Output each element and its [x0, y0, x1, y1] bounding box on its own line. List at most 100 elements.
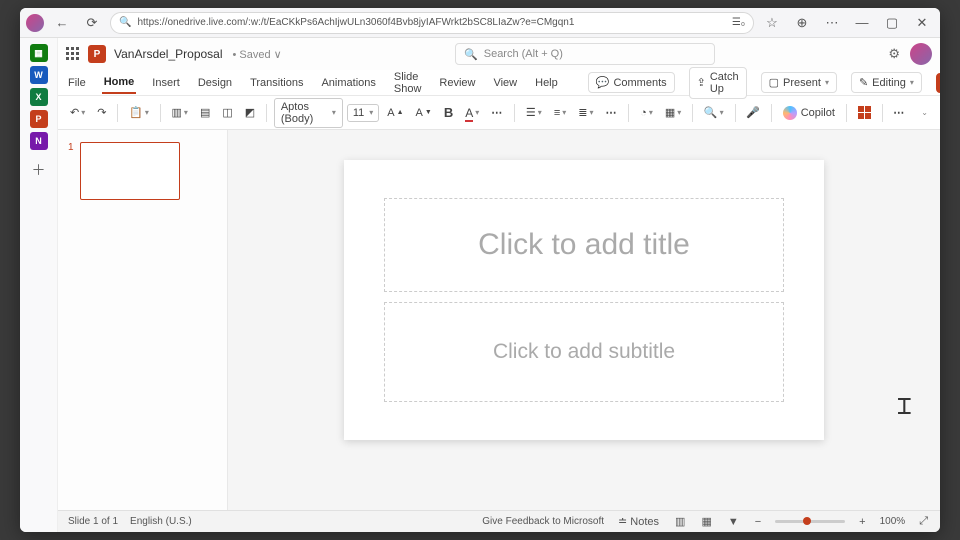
status-bar: Slide 1 of 1 English (U.S.) Give Feedbac… [58, 510, 940, 532]
close-button[interactable]: ✕ [910, 11, 934, 35]
bullets-button[interactable]: ☰▾ [522, 103, 546, 122]
collapse-ribbon-button[interactable]: ⌄ [917, 105, 932, 120]
app-launcher-icon[interactable] [66, 47, 80, 61]
browser-bar: ← ⟳ 🔍 https://onedrive.live.com/:w:/t/Ea… [20, 8, 940, 38]
tab-slideshow[interactable]: Slide Show [392, 67, 424, 99]
powerpoint-logo-icon: P [88, 45, 106, 63]
rail-item-browse[interactable]: ▦ [30, 44, 48, 62]
subtitle-placeholder[interactable]: Click to add subtitle [384, 302, 784, 402]
ribbon-toolbar: ↶▾ ↷ 📋▾ ▥▾ ▤ ◫ ◩ Aptos (Body)▾ 11▾ A▲ A▼… [58, 96, 940, 130]
address-bar[interactable]: 🔍 https://onedrive.live.com/:w:/t/EaCKkP… [110, 12, 754, 34]
zoom-slider[interactable] [775, 520, 845, 523]
tab-view[interactable]: View [491, 73, 519, 93]
text-cursor-icon: Ꮖ [898, 394, 912, 420]
tab-file[interactable]: File [66, 73, 88, 93]
zoom-level[interactable]: 100% [880, 516, 906, 527]
back-button[interactable]: ← [50, 11, 74, 35]
para-more-button[interactable]: ⋯ [601, 103, 621, 122]
zoom-out-button[interactable]: − [753, 516, 763, 528]
designer-button[interactable] [854, 103, 875, 122]
rail-add-button[interactable]: ＋ [32, 160, 46, 180]
dictate-button[interactable]: 🎤 [742, 103, 764, 122]
browser-window: ← ⟳ 🔍 https://onedrive.live.com/:w:/t/Ea… [20, 8, 940, 532]
reuse-button[interactable]: ◩ [241, 103, 259, 122]
present-button[interactable]: ▢ Present ▾ [761, 72, 837, 93]
slide-thumbnail[interactable] [80, 142, 180, 200]
fit-button[interactable]: ⤢ [917, 515, 930, 528]
reader-icon[interactable]: ☰₀ [732, 17, 745, 28]
canvas-area[interactable]: Click to add title Click to add subtitle… [228, 130, 940, 510]
slide-panel: 1 [58, 130, 228, 510]
zoom-in-button[interactable]: + [857, 516, 867, 528]
tab-transitions[interactable]: Transitions [248, 73, 305, 93]
language-status[interactable]: English (U.S.) [130, 516, 192, 527]
content-area: ▦ W X P N ＋ P VanArsdel_Proposal • Saved… [20, 38, 940, 532]
slideshow-view-button[interactable]: ▼ [726, 516, 741, 528]
copilot-button[interactable]: Copilot [779, 103, 839, 123]
align-button[interactable]: ≣▾ [574, 103, 597, 122]
search-placeholder: Search (Alt + Q) [484, 48, 563, 60]
rail-item-powerpoint[interactable]: P [30, 110, 48, 128]
tab-help[interactable]: Help [533, 73, 560, 93]
save-status[interactable]: • Saved ∨ [233, 48, 282, 61]
thumbnail-number: 1 [68, 142, 74, 200]
catchup-button[interactable]: ⇪ Catch Up [689, 67, 747, 99]
shapes-button[interactable]: ◔▾ [636, 104, 657, 122]
section-button[interactable]: ◫ [218, 103, 236, 122]
sorter-view-button[interactable]: ▦ [699, 515, 713, 528]
font-selector[interactable]: Aptos (Body)▾ [274, 98, 343, 128]
numbering-button[interactable]: ≡▾ [550, 104, 570, 122]
app-rail: ▦ W X P N ＋ [20, 38, 58, 532]
comments-button[interactable]: 💬 Comments [588, 72, 675, 93]
rail-item-excel[interactable]: X [30, 88, 48, 106]
slide-canvas[interactable]: Click to add title Click to add subtitle [344, 160, 824, 440]
collections-button[interactable]: ⊕ [790, 11, 814, 35]
app-title-bar: P VanArsdel_Proposal • Saved ∨ 🔍 Search … [58, 38, 940, 70]
redo-button[interactable]: ↷ [93, 103, 110, 122]
notes-button[interactable]: ≐ Notes [616, 515, 661, 528]
rail-item-word[interactable]: W [30, 66, 48, 84]
new-slide-button[interactable]: ▥▾ [168, 103, 192, 122]
editing-mode-button[interactable]: ✎ Editing ▾ [851, 72, 922, 93]
maximize-button[interactable]: ▢ [880, 11, 904, 35]
title-placeholder[interactable]: Click to add title [384, 198, 784, 292]
arrange-button[interactable]: ▦▾ [661, 103, 685, 122]
bold-button[interactable]: B [440, 102, 457, 123]
font-size-selector[interactable]: 11▾ [347, 104, 379, 122]
paste-button[interactable]: 📋▾ [125, 103, 153, 122]
refresh-button[interactable]: ⟳ [80, 11, 104, 35]
font-more-button[interactable]: ⋯ [487, 103, 507, 122]
layout-button[interactable]: ▤ [196, 103, 214, 122]
toolbar-overflow-button[interactable]: ⋯ [889, 103, 909, 122]
slide-counter[interactable]: Slide 1 of 1 [68, 516, 118, 527]
account-avatar-icon[interactable] [910, 43, 932, 65]
minimize-button[interactable]: ― [850, 11, 874, 35]
rail-item-onenote[interactable]: N [30, 132, 48, 150]
font-color-button[interactable]: A▾ [461, 103, 483, 123]
favorite-button[interactable]: ☆ [760, 11, 784, 35]
feedback-link[interactable]: Give Feedback to Microsoft [482, 516, 604, 527]
url-text: https://onedrive.live.com/:w:/t/EaCKkPs6… [137, 17, 725, 28]
decrease-font-button[interactable]: A▼ [412, 104, 436, 122]
tab-review[interactable]: Review [437, 73, 477, 93]
document-name[interactable]: VanArsdel_Proposal [114, 47, 223, 61]
search-icon: 🔍 [464, 48, 478, 61]
increase-font-button[interactable]: A▲ [383, 104, 407, 122]
more-button[interactable]: ⋯ [820, 11, 844, 35]
undo-button[interactable]: ↶▾ [66, 103, 89, 122]
normal-view-button[interactable]: ▥ [673, 515, 687, 528]
find-button[interactable]: 🔍▾ [700, 103, 728, 122]
ribbon-tabs: File Home Insert Design Transitions Anim… [58, 70, 940, 96]
powerpoint-app: P VanArsdel_Proposal • Saved ∨ 🔍 Search … [58, 38, 940, 532]
search-input[interactable]: 🔍 Search (Alt + Q) [455, 43, 715, 65]
profile-avatar-icon[interactable] [26, 14, 44, 32]
work-area: 1 Click to add title Click to add subtit… [58, 130, 940, 510]
settings-icon[interactable]: ⚙ [888, 46, 900, 62]
tab-animations[interactable]: Animations [319, 73, 377, 93]
lock-icon: 🔍 [119, 17, 131, 28]
share-button[interactable]: Share ▾ [936, 73, 940, 93]
tab-design[interactable]: Design [196, 73, 234, 93]
tab-insert[interactable]: Insert [150, 73, 182, 93]
tab-home[interactable]: Home [102, 72, 137, 94]
copilot-icon [783, 106, 797, 120]
